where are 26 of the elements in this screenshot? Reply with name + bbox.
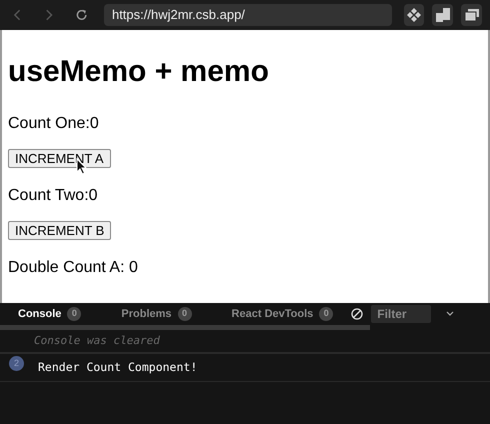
chevron-down-icon[interactable] <box>446 311 454 317</box>
page-title: useMemo + memo <box>8 54 270 90</box>
windows-icon <box>464 9 479 21</box>
devtools-tab[interactable]: Problems 0 <box>121 306 192 322</box>
copy-button[interactable] <box>432 4 454 26</box>
filter-field[interactable]: Filter <box>371 305 432 323</box>
reload-icon[interactable] <box>74 8 88 22</box>
diamonds-icon <box>406 8 421 22</box>
log-message: Render Count Component! <box>38 358 198 376</box>
clear-icon[interactable] <box>351 308 364 320</box>
copy-icon <box>436 8 450 22</box>
increment-button[interactable]: INCREMENT B <box>8 221 112 240</box>
count-text: Count One:0 <box>8 114 99 134</box>
count-badge: 0 <box>319 307 334 321</box>
increment-button[interactable]: INCREMENT A <box>8 149 111 168</box>
count-text: Count Two:0 <box>8 186 98 206</box>
count-badge: 0 <box>178 307 192 321</box>
console-cleared-message: Console was cleared <box>34 332 160 349</box>
extension-button[interactable] <box>404 4 424 26</box>
window-button[interactable] <box>461 4 482 26</box>
devtools-tab[interactable]: React DevTools 0 <box>232 306 334 322</box>
count-badge: 0 <box>67 307 82 321</box>
address-bar[interactable]: https://hwj2mr.csb.app/ <box>104 4 392 26</box>
log-count-badge: 2 <box>9 356 24 371</box>
devtools-tab[interactable]: Console 0 <box>18 306 82 322</box>
count-text: Double Count A: 0 <box>8 258 138 278</box>
